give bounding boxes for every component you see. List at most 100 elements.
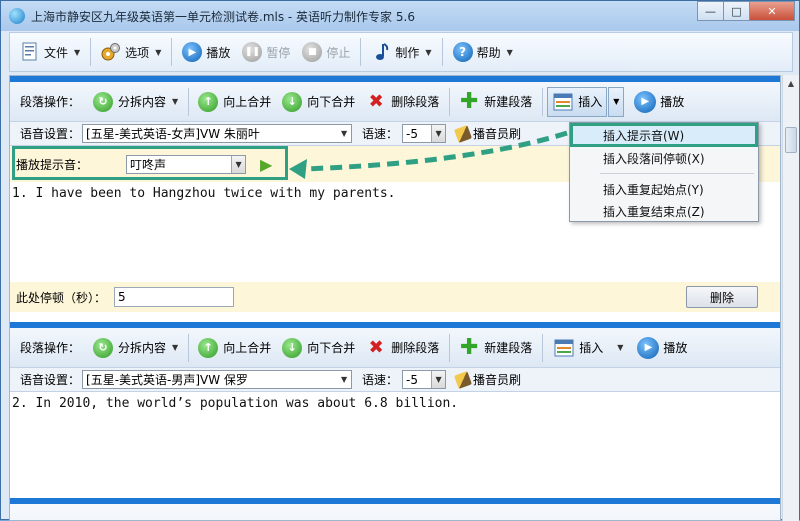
refresh-icon: ↻ bbox=[93, 337, 114, 358]
stop-icon: ■ bbox=[302, 42, 323, 62]
chevron-down-icon: ▼ bbox=[340, 129, 348, 138]
toolbar-divider bbox=[188, 87, 190, 116]
speed-value: -5 bbox=[406, 126, 418, 141]
arrow-down-icon: ↓ bbox=[282, 337, 303, 358]
new-paragraph-button[interactable]: ✚ 新建段落 bbox=[454, 87, 536, 117]
menu-item-insert-repeat-end[interactable]: 插入重复结束点(Z) bbox=[570, 200, 758, 222]
brush-icon bbox=[454, 124, 473, 143]
toolbar-divider bbox=[441, 38, 443, 66]
merge-down-label: 向下合并 bbox=[307, 341, 356, 355]
document-icon bbox=[20, 42, 40, 62]
insert-table-icon bbox=[552, 91, 574, 113]
music-note-icon bbox=[371, 42, 391, 62]
menu-item-insert-pause[interactable]: 插入段落间停顿(X) bbox=[570, 147, 758, 169]
toolbar-divider bbox=[360, 38, 362, 66]
paragraph-play-button[interactable]: ▶ 播放 bbox=[630, 87, 688, 117]
paragraph-play-button[interactable]: ▶ 播放 bbox=[633, 333, 691, 363]
insert-label: 插入 bbox=[578, 95, 603, 109]
delete-paragraph-label: 删除段落 bbox=[391, 95, 440, 109]
brush-icon bbox=[454, 370, 473, 389]
chevron-down-icon: ▼ bbox=[506, 47, 513, 57]
voice-select[interactable]: [五星-美式英语-女声]VW 朱丽叶 ▼ bbox=[82, 124, 353, 143]
chevron-down-icon: ▼ bbox=[613, 97, 620, 106]
chevron-down-icon: ▼ bbox=[425, 47, 432, 57]
menu-item-insert-cue[interactable]: 插入提示音(W) bbox=[570, 123, 758, 147]
options-menu-label: 选项 bbox=[125, 45, 150, 60]
close-button[interactable]: ✕ bbox=[749, 1, 795, 21]
make-menu-button[interactable]: 制作 ▼ bbox=[365, 36, 437, 68]
delete-paragraph-button[interactable]: ✖ 删除段落 bbox=[361, 87, 443, 117]
announcer-brush-button[interactable]: 播音员刷 bbox=[454, 124, 522, 143]
merge-down-button[interactable]: ↓ 向下合并 bbox=[277, 87, 359, 117]
delete-button[interactable]: 删除 bbox=[686, 286, 758, 308]
arrow-up-icon: ↑ bbox=[198, 91, 219, 112]
voice-value: [五星-美式英语-女声]VW 朱丽叶 bbox=[86, 127, 260, 141]
toolbar-divider bbox=[90, 38, 92, 66]
play-label: 播放 bbox=[206, 45, 231, 60]
voice-label: 语音设置： bbox=[20, 373, 81, 387]
pause-seconds-value: 5 bbox=[118, 290, 126, 304]
delete-paragraph-button[interactable]: ✖ 删除段落 bbox=[361, 333, 443, 363]
title-bar: 上海市静安区九年级英语第一单元检测试卷.mls - 英语听力制作专家 5.6 —… bbox=[1, 1, 799, 31]
app-window: 上海市静安区九年级英语第一单元检测试卷.mls - 英语听力制作专家 5.6 —… bbox=[0, 0, 800, 521]
scroll-up-arrow-icon[interactable]: ▲ bbox=[783, 75, 799, 91]
merge-up-button[interactable]: ↑ 向上合并 bbox=[193, 333, 275, 363]
pause-bar: 此处停顿（秒）： 5 删除 bbox=[10, 282, 780, 312]
paragraph-text[interactable]: 2. In 2010, the world’s population was a… bbox=[10, 392, 780, 492]
insert-dropdown-icon[interactable]: ▼ bbox=[617, 343, 623, 352]
maximize-button[interactable]: □ bbox=[723, 1, 750, 21]
help-menu-button[interactable]: ? 帮助 ▼ bbox=[447, 36, 519, 68]
split-content-button[interactable]: ↻ 分拆内容 ▼ bbox=[88, 87, 182, 117]
insert-dropdown-button[interactable]: ▼ bbox=[608, 86, 625, 117]
stop-label: 停止 bbox=[326, 45, 351, 60]
paragraph-toolbar: 段落操作： ↻ 分拆内容 ▼ ↑ 向上合并 ↓ 向下合并 ✖ 删除段落 ✚ 新建… bbox=[10, 328, 780, 368]
file-menu-label: 文件 bbox=[44, 45, 69, 60]
new-paragraph-label: 新建段落 bbox=[484, 95, 533, 109]
speed-label: 语速： bbox=[362, 127, 399, 141]
arrow-up-icon: ↑ bbox=[198, 337, 219, 358]
minimize-button[interactable]: — bbox=[697, 1, 724, 21]
split-content-button[interactable]: ↻ 分拆内容 ▼ bbox=[88, 333, 182, 363]
help-menu-label: 帮助 bbox=[476, 45, 501, 60]
pause-label: 此处停顿（秒）： bbox=[16, 290, 107, 305]
paragraph-block: 段落操作： ↻ 分拆内容 ▼ ↑ 向上合并 ↓ 向下合并 ✖ 删除段落 ✚ 新建… bbox=[10, 322, 780, 520]
pause-label: 暂停 bbox=[266, 45, 291, 60]
announcer-brush-label: 播音员刷 bbox=[473, 373, 522, 387]
chevron-down-icon: ▼ bbox=[172, 343, 179, 352]
play-button[interactable]: ▶ 播放 bbox=[176, 36, 236, 68]
voice-select[interactable]: [五星-美式英语-男声]VW 保罗 ▼ bbox=[82, 370, 353, 389]
vertical-scrollbar[interactable]: ▲ bbox=[782, 75, 799, 521]
paragraph-play-label: 播放 bbox=[660, 95, 685, 109]
speed-value: -5 bbox=[406, 372, 418, 387]
new-paragraph-button[interactable]: ✚ 新建段落 bbox=[454, 333, 536, 363]
stop-button[interactable]: ■ 停止 bbox=[296, 36, 356, 68]
chevron-down-icon: ▼ bbox=[431, 371, 446, 388]
insert-button[interactable]: 插入 bbox=[549, 333, 607, 363]
announcer-brush-label: 播音员刷 bbox=[473, 127, 522, 141]
insert-label: 插入 bbox=[579, 341, 604, 355]
toolbar-divider bbox=[449, 87, 451, 116]
insert-button[interactable]: 插入 bbox=[547, 86, 608, 117]
chevron-down-icon: ▼ bbox=[155, 47, 162, 57]
arrow-down-icon: ↓ bbox=[282, 91, 303, 112]
toolbar-divider bbox=[542, 87, 544, 116]
pause-button[interactable]: ❚❚ 暂停 bbox=[236, 36, 296, 68]
scrollbar-thumb[interactable] bbox=[785, 127, 797, 153]
green-plus-icon: ✚ bbox=[460, 89, 479, 114]
file-menu-button[interactable]: 文件 ▼ bbox=[14, 36, 86, 68]
announcer-brush-button[interactable]: 播音员刷 bbox=[454, 370, 522, 389]
insert-dropdown-menu: 插入提示音(W) 插入段落间停顿(X) 插入重复起始点(Y) 插入重复结束点(Z… bbox=[569, 122, 759, 222]
paragraph-toolbar-partial bbox=[10, 504, 780, 520]
pause-seconds-input[interactable]: 5 bbox=[114, 287, 235, 307]
merge-up-button[interactable]: ↑ 向上合并 bbox=[193, 87, 275, 117]
red-x-icon: ✖ bbox=[368, 91, 384, 112]
play-icon: ▶ bbox=[182, 42, 203, 62]
merge-down-label: 向下合并 bbox=[307, 95, 356, 109]
voice-settings-bar: 语音设置： [五星-美式英语-男声]VW 保罗 ▼ 语速： -5 ▼ 播音员刷 bbox=[10, 368, 780, 392]
merge-down-button[interactable]: ↓ 向下合并 bbox=[277, 333, 359, 363]
merge-up-label: 向上合并 bbox=[223, 95, 272, 109]
speed-select[interactable]: -5 ▼ bbox=[402, 124, 447, 143]
speed-select[interactable]: -5 ▼ bbox=[402, 370, 447, 389]
options-menu-button[interactable]: 选项 ▼ bbox=[95, 36, 167, 68]
menu-item-insert-repeat-start[interactable]: 插入重复起始点(Y) bbox=[570, 178, 758, 200]
